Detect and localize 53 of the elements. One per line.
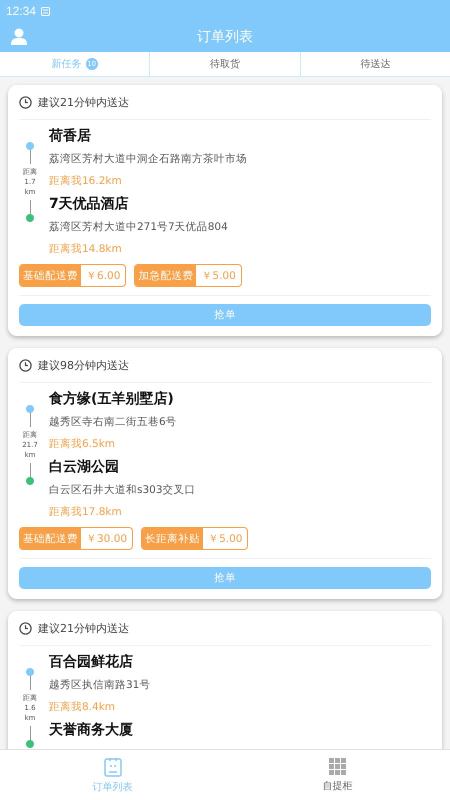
clock-icon (19, 96, 32, 108)
distance-from-me: 距离我8.4km (49, 700, 116, 715)
store-name: 百合园鲜花店 (49, 652, 134, 672)
store-address: 越秀区执信南路31号 (49, 678, 152, 693)
status-time: 12:34 (6, 4, 36, 18)
grid-icon (328, 758, 346, 776)
store-address: 荔湾区芳村大道中洞企石路南方茶叶市场 (49, 152, 248, 167)
dropoff-dot (26, 740, 34, 748)
fee-amount: ￥30.00 (85, 532, 128, 546)
store-name: 7天优品酒店 (49, 194, 130, 214)
fee-label: 加急配送费 (135, 265, 196, 286)
fee-label: 基础配送费 (20, 528, 81, 549)
nav-label: 订单列表 (92, 780, 132, 794)
user-icon[interactable] (11, 28, 27, 45)
dropoff-dot (26, 214, 34, 222)
tab-label: 待送达 (360, 58, 390, 71)
page-title: 订单列表 (197, 28, 253, 46)
pickup-dot (26, 405, 34, 413)
notification-icon (41, 6, 50, 16)
store-name: 荷香居 (49, 127, 92, 146)
clock-icon (19, 358, 32, 372)
store-address: 越秀区寺右南二街五巷6号 (49, 415, 178, 430)
fee-label: 长距离补贴 (142, 528, 204, 549)
tab-label: 待取货 (210, 58, 240, 71)
distance-from-me: 距离我14.8km (49, 242, 123, 257)
fee-amount: ￥5.00 (207, 532, 244, 546)
nav-item[interactable]: 订单列表 (0, 750, 225, 800)
pickup-dot (26, 668, 34, 676)
pickup-dot (26, 142, 34, 150)
dropoff-dot (26, 477, 34, 485)
tablet-icon (104, 756, 122, 776)
distance-from-me: 距离我16.2km (49, 174, 123, 189)
fee-amount: ￥6.00 (85, 268, 122, 284)
store-address: 白云区石井大道和s303交叉口 (49, 483, 197, 498)
grab-order-button[interactable]: 抢单 (19, 304, 431, 326)
nav-item[interactable]: 自提柜 (225, 750, 450, 800)
distance-from-me: 距离我6.5km (49, 437, 116, 452)
fee-amount: ￥5.00 (200, 268, 237, 284)
fee-label: 基础配送费 (20, 265, 81, 286)
store-address: 荔湾区芳村大道中271号7天优品804 (49, 220, 229, 235)
tab[interactable]: 待送达 (300, 52, 450, 76)
clock-icon (19, 622, 32, 634)
delivery-suggestion: 建议98分钟内送达 (38, 358, 129, 372)
store-name: 白云湖公园 (49, 458, 120, 477)
store-name: 食方缘(五羊别墅店) (49, 390, 175, 409)
nav-label: 自提柜 (322, 780, 352, 792)
delivery-suggestion: 建议21分钟内送达 (38, 620, 129, 636)
store-name: 天誉商务大厦 (49, 720, 134, 740)
grab-order-button[interactable]: 抢单 (19, 567, 431, 589)
delivery-suggestion: 建议21分钟内送达 (38, 94, 129, 110)
distance-from-me: 距离我17.8km (49, 505, 123, 520)
tab[interactable]: 待取货 (149, 52, 300, 76)
tab-label: 新任务 (52, 58, 82, 71)
